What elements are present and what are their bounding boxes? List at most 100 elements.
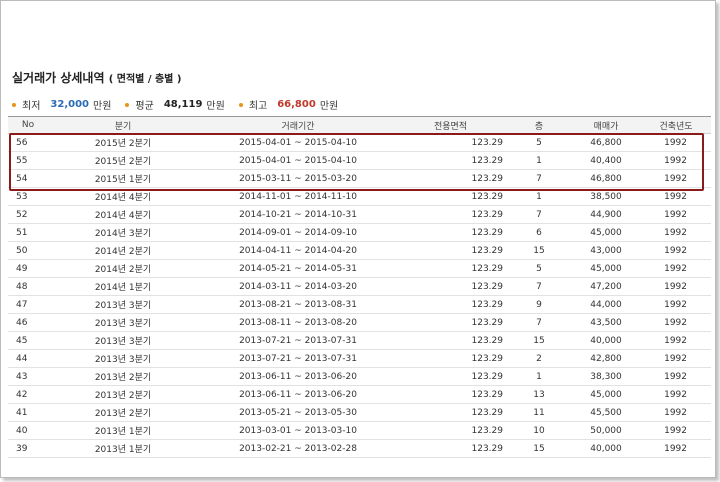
cell-floor: 7 xyxy=(507,205,571,224)
cell-quarter: 2014년 4분기 xyxy=(48,187,198,206)
cell-no: 52 xyxy=(8,205,48,224)
cell-quarter: 2014년 4분기 xyxy=(48,205,198,224)
cell-quarter: 2015년 1분기 xyxy=(48,169,198,188)
summary-max: 최고 66,800 만원 xyxy=(238,97,338,112)
cell-no: 45 xyxy=(8,331,48,350)
table-row: 47 2013년 3분기 2013-08-21 ~ 2013-08-31 123.29… xyxy=(8,295,711,314)
cell-period: 2014-03-11 ~ 2014-03-20 xyxy=(198,277,398,296)
cell-quarter: 2014년 2분기 xyxy=(48,259,198,278)
cell-area: 123.29 xyxy=(398,331,507,350)
cell-price: 45,000 xyxy=(571,385,641,404)
cell-quarter: 2013년 3분기 xyxy=(48,331,198,350)
cell-area: 123.29 xyxy=(398,421,507,440)
cell-quarter: 2013년 2분기 xyxy=(48,367,198,386)
cell-price: 50,000 xyxy=(571,421,641,440)
title-text: 실거래가 상세내역 xyxy=(12,71,105,85)
cell-built-year: 1992 xyxy=(641,259,711,278)
col-header-quarter: 분기 xyxy=(48,116,198,134)
cell-floor: 10 xyxy=(507,421,571,440)
cell-quarter: 2014년 2분기 xyxy=(48,241,198,260)
cell-quarter: 2015년 2분기 xyxy=(48,151,198,170)
cell-area: 123.29 xyxy=(398,151,507,170)
cell-period: 2013-08-11 ~ 2013-08-20 xyxy=(198,313,398,332)
cell-price: 40,400 xyxy=(571,151,641,170)
cell-quarter: 2013년 1분기 xyxy=(48,421,198,440)
cell-built-year: 1992 xyxy=(641,439,711,458)
cell-quarter: 2013년 3분기 xyxy=(48,349,198,368)
bullet-icon xyxy=(125,102,130,107)
cell-price: 44,900 xyxy=(571,205,641,224)
cell-no: 55 xyxy=(8,151,48,170)
cell-no: 40 xyxy=(8,421,48,440)
cell-floor: 15 xyxy=(507,331,571,350)
cell-quarter: 2013년 3분기 xyxy=(48,313,198,332)
cell-area: 123.29 xyxy=(398,205,507,224)
cell-area: 123.29 xyxy=(398,385,507,404)
cell-area: 123.29 xyxy=(398,403,507,422)
summary-min: 최저 32,000 만원 xyxy=(12,97,111,112)
cell-price: 45,000 xyxy=(571,223,641,242)
cell-area: 123.29 xyxy=(398,259,507,278)
cell-price: 43,500 xyxy=(571,313,641,332)
cell-quarter: 2013년 2분기 xyxy=(48,385,198,404)
cell-no: 48 xyxy=(8,277,48,296)
cell-period: 2013-05-21 ~ 2013-05-30 xyxy=(198,403,398,422)
cell-price: 45,500 xyxy=(571,403,641,422)
col-header-price: 매매가 xyxy=(571,116,641,134)
cell-area: 123.29 xyxy=(398,295,507,314)
summary-min-unit: 만원 xyxy=(93,101,112,112)
cell-price: 46,800 xyxy=(571,169,641,188)
cell-floor: 6 xyxy=(507,223,571,242)
cell-built-year: 1992 xyxy=(641,331,711,350)
cell-floor: 9 xyxy=(507,295,571,314)
cell-period: 2014-10-21 ~ 2014-10-31 xyxy=(198,205,398,224)
cell-period: 2013-06-11 ~ 2013-06-20 xyxy=(198,385,398,404)
col-header-area: 전용면적 xyxy=(398,116,507,134)
table-row: 49 2014년 2분기 2014-05-21 ~ 2014-05-31 123.29… xyxy=(8,259,711,278)
cell-period: 2014-11-01 ~ 2014-11-10 xyxy=(198,187,398,206)
table-row: 45 2013년 3분기 2013-07-21 ~ 2013-07-31 123.29… xyxy=(8,331,711,350)
cell-price: 43,000 xyxy=(571,241,641,260)
col-header-period: 거래기간 xyxy=(198,116,398,134)
cell-price: 47,200 xyxy=(571,277,641,296)
cell-no: 41 xyxy=(8,403,48,422)
table-row: 40 2013년 1분기 2013-03-01 ~ 2013-03-10 123.29… xyxy=(8,421,711,440)
cell-floor: 5 xyxy=(507,133,571,152)
col-header-floor: 층 xyxy=(507,116,571,134)
table-row: 43 2013년 2분기 2013-06-11 ~ 2013-06-20 123.29… xyxy=(8,367,711,386)
table-row: 46 2013년 3분기 2013-08-11 ~ 2013-08-20 123.29… xyxy=(8,313,711,332)
cell-quarter: 2014년 3분기 xyxy=(48,223,198,242)
cell-built-year: 1992 xyxy=(641,367,711,386)
cell-price: 38,500 xyxy=(571,187,641,206)
cell-quarter: 2014년 1분기 xyxy=(48,277,198,296)
cell-floor: 1 xyxy=(507,367,571,386)
cell-area: 123.29 xyxy=(398,187,507,206)
cell-price: 42,800 xyxy=(571,349,641,368)
summary-avg-unit: 만원 xyxy=(206,101,225,112)
cell-floor: 7 xyxy=(507,313,571,332)
cell-built-year: 1992 xyxy=(641,187,711,206)
cell-floor: 15 xyxy=(507,241,571,260)
cell-period: 2014-04-11 ~ 2014-04-20 xyxy=(198,241,398,260)
table-row: 50 2014년 2분기 2014-04-11 ~ 2014-04-20 123.29… xyxy=(8,241,711,260)
cell-quarter: 2013년 3분기 xyxy=(48,295,198,314)
cell-built-year: 1992 xyxy=(641,241,711,260)
cell-period: 2014-05-21 ~ 2014-05-31 xyxy=(198,259,398,278)
cell-area: 123.29 xyxy=(398,223,507,242)
cell-no: 53 xyxy=(8,187,48,206)
cell-no: 39 xyxy=(8,439,48,458)
col-header-built-year: 건축년도 xyxy=(641,116,711,134)
cell-no: 49 xyxy=(8,259,48,278)
table-row: 42 2013년 2분기 2013-06-11 ~ 2013-06-20 123.29… xyxy=(8,385,711,404)
cell-period: 2015-03-11 ~ 2015-03-20 xyxy=(198,169,398,188)
cell-area: 123.29 xyxy=(398,133,507,152)
cell-period: 2013-02-21 ~ 2013-02-28 xyxy=(198,439,398,458)
cell-area: 123.29 xyxy=(398,169,507,188)
cell-area: 123.29 xyxy=(398,313,507,332)
cell-price: 44,000 xyxy=(571,295,641,314)
cell-built-year: 1992 xyxy=(641,151,711,170)
transaction-table: No 분기 거래기간 전용면적 층 매매가 건축년도 56 2015년 2분기 20… xyxy=(8,116,711,458)
summary-avg-value: 48,119 xyxy=(163,99,203,110)
cell-floor: 1 xyxy=(507,151,571,170)
cell-built-year: 1992 xyxy=(641,223,711,242)
